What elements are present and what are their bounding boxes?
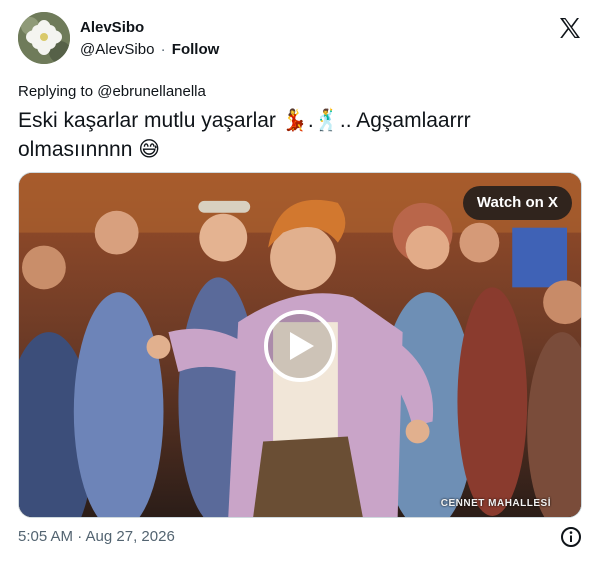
author-block: AlevSibo @AlevSibo · Follow [80,18,219,60]
follow-button[interactable]: Follow [172,41,220,58]
video-watermark: CENNET MAHALLESİ [440,498,551,509]
play-icon[interactable] [264,310,336,382]
author-handle[interactable]: @AlevSibo [80,41,154,58]
display-name[interactable]: AlevSibo [80,18,219,38]
tweet-footer: 5:05 AM · Aug 27, 2026 [18,527,582,549]
reply-prefix: Replying to [18,83,94,100]
reply-target-link[interactable]: @ebrunellanella [97,83,206,100]
tweet-text-line-2: olmasıınnnn 😅 [18,138,161,161]
reply-context: Replying to @ebrunellanella [18,82,206,102]
watch-on-x-button[interactable]: Watch on X [462,186,572,220]
info-icon[interactable] [560,526,582,548]
tweet-text: Eski kaşarlar mutlu yaşarlar 💃.🕺.. Agşam… [18,106,578,164]
x-logo-icon[interactable] [558,16,582,40]
video-player[interactable]: Watch on X CENNET MAHALLESİ [18,172,582,518]
handle-line: @AlevSibo · Follow [80,40,219,60]
avatar[interactable] [18,12,70,64]
timestamp-link[interactable]: 5:05 AM · Aug 27, 2026 [18,527,582,547]
separator-dot: · [160,41,166,58]
tweet-text-line-1: Eski kaşarlar mutlu yaşarlar 💃.🕺.. Agşam… [18,109,471,132]
tweet-header: AlevSibo @AlevSibo · Follow [18,12,582,66]
